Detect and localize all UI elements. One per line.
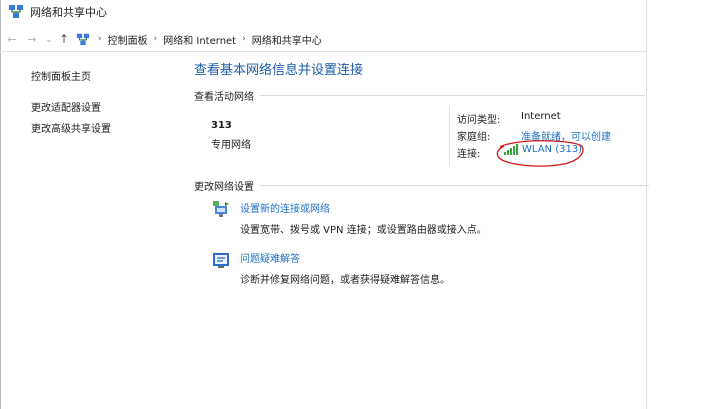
control-panel-icon: [76, 33, 90, 46]
breadcrumb-separator: ›: [98, 34, 102, 44]
connection-label: 连接:: [457, 149, 481, 160]
title-bar: 网络和共享中心: [8, 3, 107, 21]
breadcrumb-separator: ›: [242, 34, 246, 44]
arrow-right-icon[interactable]: →: [24, 30, 40, 48]
network-type[interactable]: 专用网络: [211, 136, 251, 151]
window-title: 网络和共享中心: [30, 6, 107, 19]
active-networks-label: 查看活动网络: [194, 92, 254, 103]
homegroup-label: 家庭组:: [457, 132, 491, 143]
access-type-value: Internet: [521, 111, 561, 122]
window-border: [0, 0, 1, 409]
breadcrumb-separator: ›: [153, 34, 158, 44]
content-border: [646, 0, 647, 409]
section-divider: [260, 95, 645, 96]
page-title: 查看基本网络信息并设置连接: [194, 63, 364, 78]
task-troubleshoot: 问题疑难解答 诊断并修复网络问题，或者获得疑难解答信息。: [211, 250, 450, 286]
task-setup-connection: 设置新的连接或网络 设置宽带、拨号或 VPN 连接；或设置路由器或接入点。: [211, 200, 487, 236]
network-center-icon: [9, 5, 23, 18]
sidebar-item-control-panel-home[interactable]: 控制面板主页: [31, 68, 91, 83]
setup-connection-desc: 设置宽带、拨号或 VPN 连接；或设置路由器或接入点。: [240, 225, 487, 236]
troubleshoot-link[interactable]: 问题疑难解答: [240, 250, 450, 265]
arrow-left-icon[interactable]: ←: [4, 30, 20, 48]
breadcrumb-network-sharing-center[interactable]: 网络和共享中心: [252, 32, 322, 47]
section-divider: [260, 185, 649, 186]
network-sharing-center-window: 网络和共享中心 ← → ⌄ ↑ › 控制面板 › 网络和 Internet › …: [0, 0, 715, 409]
sidebar-item-change-advanced-sharing[interactable]: 更改高级共享设置: [31, 120, 111, 135]
navigation-bar: ← → ⌄ ↑ › 控制面板 › 网络和 Internet › 网络和共享中心: [0, 27, 646, 52]
red-annotation-circle: [496, 140, 584, 167]
troubleshoot-desc: 诊断并修复网络问题，或者获得疑难解答信息。: [240, 275, 450, 286]
network-name: 313: [211, 120, 232, 131]
chevron-down-icon[interactable]: ⌄: [44, 30, 54, 48]
vertical-divider: [449, 105, 450, 167]
access-type-label: 访问类型:: [457, 115, 501, 126]
troubleshoot-icon: [213, 253, 229, 268]
breadcrumb-network-internet[interactable]: 网络和 Internet: [163, 32, 236, 47]
active-networks-header: 查看活动网络: [194, 88, 645, 103]
sidebar-item-change-adapter-settings[interactable]: 更改适配器设置: [31, 99, 101, 114]
network-setup-icon: [213, 201, 229, 217]
change-settings-label: 更改网络设置: [194, 182, 254, 193]
change-settings-header: 更改网络设置: [194, 178, 649, 193]
breadcrumb-control-panel[interactable]: 控制面板: [108, 32, 148, 47]
address-bar[interactable]: › 控制面板 › 网络和 Internet › 网络和共享中心: [76, 32, 322, 47]
arrow-up-icon[interactable]: ↑: [56, 30, 72, 48]
setup-connection-link[interactable]: 设置新的连接或网络: [240, 200, 487, 215]
